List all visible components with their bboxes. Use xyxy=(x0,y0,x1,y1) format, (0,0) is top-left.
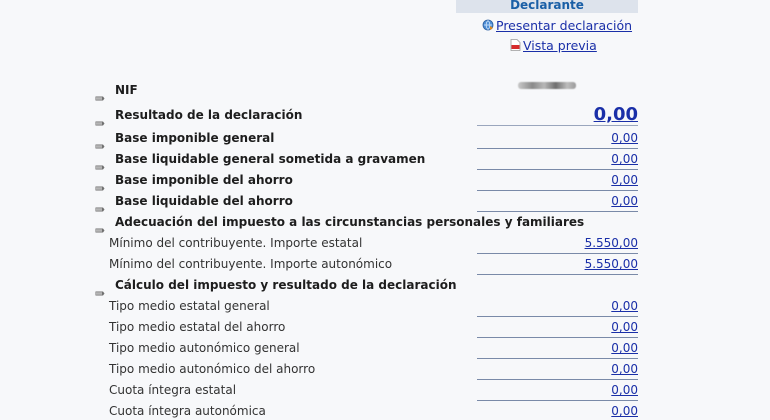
summary-row: Resultado de la declaración 0,00 xyxy=(0,104,770,126)
summary-row: Tipo medio autonómico del ahorro 0,00 xyxy=(0,359,770,380)
row-value-link[interactable]: 5.550,00 xyxy=(585,236,638,250)
summary-row: Base liquidable general sometida a grava… xyxy=(0,149,770,170)
declaration-summary-page: Declarante Presentar declaración Vista p… xyxy=(0,0,770,420)
folder-arrow-icon xyxy=(95,112,105,126)
row-value-link[interactable]: 0,00 xyxy=(611,320,638,334)
row-value-link[interactable]: 0,00 xyxy=(611,131,638,145)
row-label: Resultado de la declaración xyxy=(115,108,303,122)
row-label: Tipo medio autonómico del ahorro xyxy=(109,362,316,376)
row-label: Base imponible general xyxy=(115,131,275,145)
row-label: Cuota íntegra autonómica xyxy=(109,404,266,418)
summary-row: Cuota íntegra estatal 0,00 xyxy=(0,380,770,401)
row-label: Tipo medio autonómico general xyxy=(109,341,300,355)
summary-row: Base imponible general 0,00 xyxy=(0,128,770,149)
nif-label: NIF xyxy=(115,83,138,97)
pdf-file-icon xyxy=(510,39,521,54)
summary-row: Cuota íntegra autonómica 0,00 xyxy=(0,401,770,420)
folder-arrow-icon xyxy=(95,198,105,212)
row-value-link[interactable]: 0,00 xyxy=(611,173,638,187)
tab-declarante[interactable]: Declarante xyxy=(456,0,638,13)
presentar-declaracion-label: Presentar declaración xyxy=(496,18,633,33)
row-label: Mínimo del contribuyente. Importe estata… xyxy=(109,236,363,250)
row-label: Tipo medio estatal general xyxy=(109,299,270,313)
globe-send-icon xyxy=(482,19,494,34)
summary-row: Cálculo del impuesto y resultado de la d… xyxy=(0,275,770,296)
row-value-link[interactable]: 0,00 xyxy=(611,152,638,166)
vista-previa-label: Vista previa xyxy=(523,38,597,53)
folder-arrow-icon xyxy=(95,87,105,101)
row-label: Base imponible del ahorro xyxy=(115,173,293,187)
nif-value-redacted xyxy=(518,82,576,89)
row-label: Base liquidable del ahorro xyxy=(115,194,293,208)
row-label: Tipo medio estatal del ahorro xyxy=(109,320,286,334)
folder-arrow-icon xyxy=(95,156,105,170)
summary-row: Tipo medio autonómico general 0,00 xyxy=(0,338,770,359)
row-label: Cuota íntegra estatal xyxy=(109,383,237,397)
folder-arrow-icon xyxy=(95,135,105,149)
vista-previa-link[interactable]: Vista previa xyxy=(510,38,597,54)
row-value-link[interactable]: 0,00 xyxy=(611,299,638,313)
nif-row: NIF xyxy=(0,80,770,101)
row-value-link[interactable]: 0,00 xyxy=(611,404,638,418)
presentar-declaracion-link[interactable]: Presentar declaración xyxy=(482,18,632,34)
row-value-link[interactable]: 0,00 xyxy=(594,104,638,125)
row-label: Base liquidable general sometida a grava… xyxy=(115,152,426,166)
folder-arrow-icon xyxy=(95,219,105,233)
row-label: Mínimo del contribuyente. Importe autonó… xyxy=(109,257,393,271)
summary-row: Base imponible del ahorro 0,00 xyxy=(0,170,770,191)
folder-arrow-icon xyxy=(95,282,105,296)
row-label: Adecuación del impuesto a las circunstan… xyxy=(115,215,585,229)
folder-arrow-icon xyxy=(95,177,105,191)
summary-row: Adecuación del impuesto a las circunstan… xyxy=(0,212,770,233)
row-value-link[interactable]: 5.550,00 xyxy=(585,257,638,271)
row-value-link[interactable]: 0,00 xyxy=(611,341,638,355)
summary-row: Base liquidable del ahorro 0,00 xyxy=(0,191,770,212)
row-value-link[interactable]: 0,00 xyxy=(611,383,638,397)
summary-row: Mínimo del contribuyente. Importe estata… xyxy=(0,233,770,254)
summary-row: Tipo medio estatal general 0,00 xyxy=(0,296,770,317)
value-underline-divider xyxy=(477,125,638,126)
summary-row: Tipo medio estatal del ahorro 0,00 xyxy=(0,317,770,338)
row-value-link[interactable]: 0,00 xyxy=(611,362,638,376)
row-label: Cálculo del impuesto y resultado de la d… xyxy=(115,278,457,292)
row-value-link[interactable]: 0,00 xyxy=(611,194,638,208)
summary-row: Mínimo del contribuyente. Importe autonó… xyxy=(0,254,770,275)
